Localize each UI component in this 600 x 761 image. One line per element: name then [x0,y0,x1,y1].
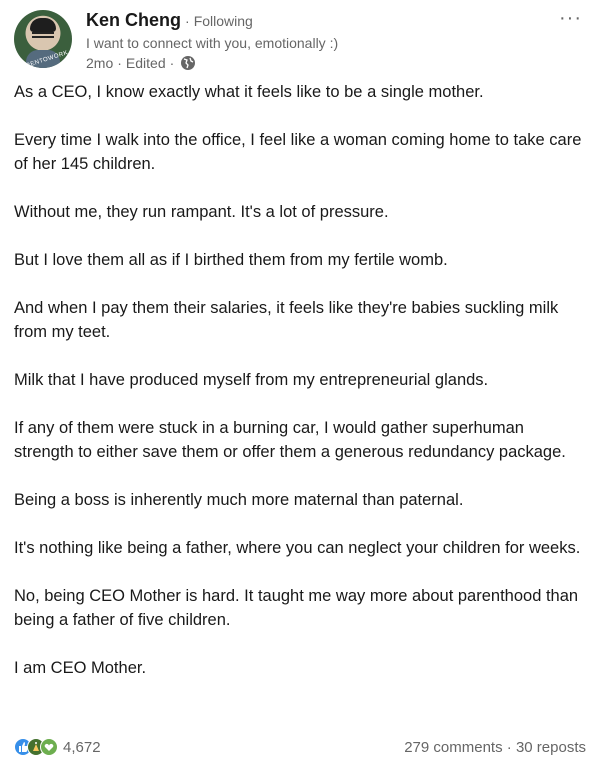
post-paragraph: Every time I walk into the office, I fee… [14,131,582,173]
separator-dot: · [506,738,512,756]
post-header: #OPENTOWORK Ken Cheng · Following I want… [14,8,586,73]
post-paragraph: But I love them all as if I birthed them… [14,251,448,269]
author-meta: Ken Cheng · Following I want to connect … [86,10,556,73]
post-timestamp: 2mo · Edited · [86,53,556,73]
separator-dot: · [117,55,122,71]
support-icon [40,738,58,756]
avatar[interactable]: #OPENTOWORK [14,10,72,68]
separator-dot: · [185,13,190,29]
separator-dot: · [169,55,175,71]
author-headline: I want to connect with you, emotionally … [86,35,339,51]
post-paragraph: No, being CEO Mother is hard. It taught … [14,587,579,629]
post-paragraph: As a CEO, I know exactly what it feels l… [14,83,484,101]
social-counts: 4,672 279 comments · 30 reposts [14,734,586,760]
post-paragraph: I am CEO Mother. [14,659,147,677]
post-time: 2mo [86,55,114,71]
post-body: As a CEO, I know exactly what it feels l… [14,80,586,704]
author-name[interactable]: Ken Cheng [86,10,181,31]
edited-label: Edited [125,55,166,71]
engagement-stats: 279 comments · 30 reposts [404,739,586,756]
post-paragraph: It's nothing like being a father, where … [14,539,581,557]
reactions-summary[interactable]: 4,672 [14,738,101,756]
following-status[interactable]: Following [194,13,253,29]
comments-link[interactable]: 279 comments [404,739,502,756]
post-paragraph: And when I pay them their salaries, it f… [14,299,559,341]
post-paragraph: If any of them were stuck in a burning c… [14,419,566,461]
globe-icon [180,55,196,71]
post-paragraph: Milk that I have produced myself from my… [14,371,489,389]
reaction-count: 4,672 [63,738,101,756]
post-paragraph: Without me, they run rampant. It's a lot… [14,203,389,221]
reposts-link[interactable]: 30 reposts [516,739,586,756]
ellipsis-icon[interactable]: ··· [559,8,582,28]
post-paragraph: Being a boss is inherently much more mat… [14,491,464,509]
